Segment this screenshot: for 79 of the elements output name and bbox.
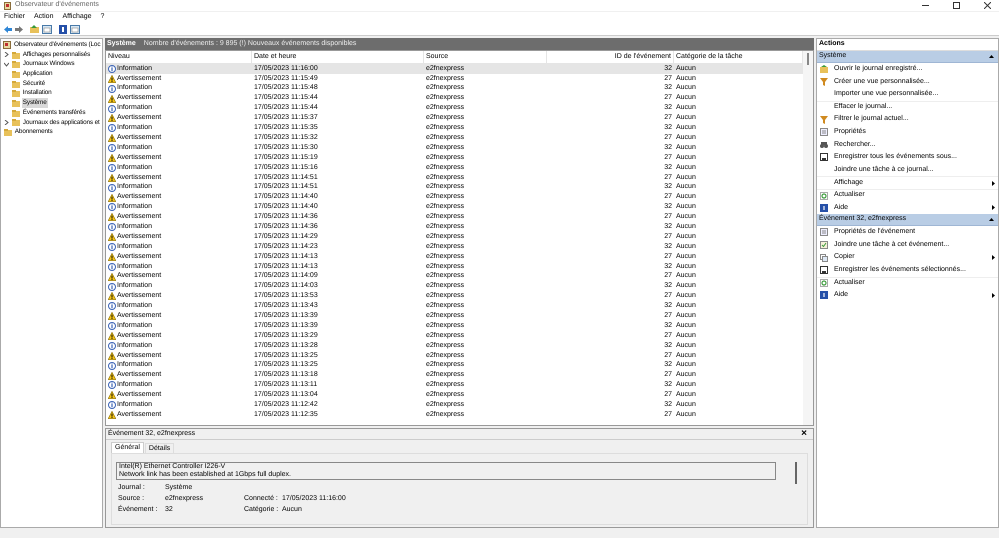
folder-icon	[12, 50, 20, 59]
info-icon	[108, 64, 116, 73]
submenu-arrow-icon	[992, 255, 995, 260]
info-icon	[108, 144, 116, 152]
folder-icon	[12, 80, 20, 88]
warning-icon	[108, 233, 116, 242]
refresh-icon	[820, 192, 828, 200]
info-icon	[108, 164, 116, 172]
info-icon	[108, 242, 116, 251]
folder-icon	[12, 60, 20, 68]
info-icon	[108, 184, 116, 192]
info-icon	[108, 203, 116, 212]
warning-icon	[108, 74, 116, 83]
info-icon	[108, 322, 116, 330]
copy-icon	[820, 254, 828, 262]
submenu-arrow-icon	[992, 292, 995, 298]
warning-icon	[108, 252, 116, 261]
minimize-icon[interactable]	[922, 2, 929, 9]
info-icon	[108, 302, 116, 310]
folder-up-icon[interactable]	[30, 25, 39, 33]
expander-icon[interactable]	[4, 120, 10, 125]
refresh-icon	[820, 279, 828, 288]
warning-icon	[108, 332, 116, 340]
warning-icon	[108, 213, 116, 222]
folder-icon	[12, 98, 20, 107]
info-icon	[108, 104, 116, 113]
binoculars-icon	[820, 140, 828, 149]
help-icon[interactable]	[59, 24, 67, 34]
warning-icon	[108, 292, 116, 300]
close-button[interactable]: ×	[801, 429, 807, 439]
info-icon	[108, 381, 116, 390]
folder-icon	[820, 65, 828, 74]
warning-icon	[108, 372, 116, 380]
info-icon	[108, 342, 116, 350]
info-icon	[108, 282, 116, 291]
info-icon	[108, 401, 116, 410]
app-icon	[4, 2, 11, 10]
info-icon	[108, 362, 116, 370]
expander-icon[interactable]	[4, 62, 10, 67]
collapse-icon[interactable]	[989, 55, 994, 58]
maximize-icon[interactable]	[953, 2, 960, 9]
info-icon	[108, 124, 116, 132]
warning-icon	[108, 411, 116, 420]
warning-icon	[108, 154, 116, 162]
submenu-arrow-icon	[992, 180, 995, 186]
help-icon	[820, 204, 828, 212]
warning-icon	[108, 312, 116, 320]
warning-icon	[108, 272, 116, 281]
properties-icon	[820, 128, 828, 136]
funnel-icon	[820, 116, 828, 124]
folder-icon	[4, 128, 12, 136]
scrollbar[interactable]	[803, 51, 813, 425]
info-icon	[108, 223, 116, 232]
panel-icon[interactable]	[70, 24, 80, 34]
back-arrow-icon[interactable]	[4, 26, 12, 32]
folder-icon	[12, 108, 20, 117]
folder-icon	[12, 70, 20, 78]
panel-icon[interactable]	[42, 24, 52, 34]
submenu-arrow-icon	[992, 205, 995, 210]
forward-arrow-icon[interactable]	[15, 26, 23, 32]
properties-icon	[820, 228, 828, 236]
folder-icon	[12, 118, 20, 126]
warning-icon	[108, 391, 116, 400]
expander-icon[interactable]	[4, 52, 10, 58]
info-icon	[108, 84, 116, 93]
task-icon	[820, 241, 828, 250]
warning-icon	[108, 94, 116, 103]
viewer-icon	[3, 40, 11, 49]
warning-icon	[108, 352, 116, 360]
close-icon[interactable]	[984, 2, 991, 9]
folder-icon	[12, 89, 20, 98]
warning-icon	[108, 114, 116, 122]
warning-icon	[108, 174, 116, 182]
collapse-icon[interactable]	[989, 218, 994, 222]
warning-icon	[108, 194, 116, 202]
warning-icon	[108, 134, 116, 142]
info-icon	[108, 262, 116, 271]
funnel-icon	[820, 78, 828, 86]
help-icon	[820, 291, 828, 300]
